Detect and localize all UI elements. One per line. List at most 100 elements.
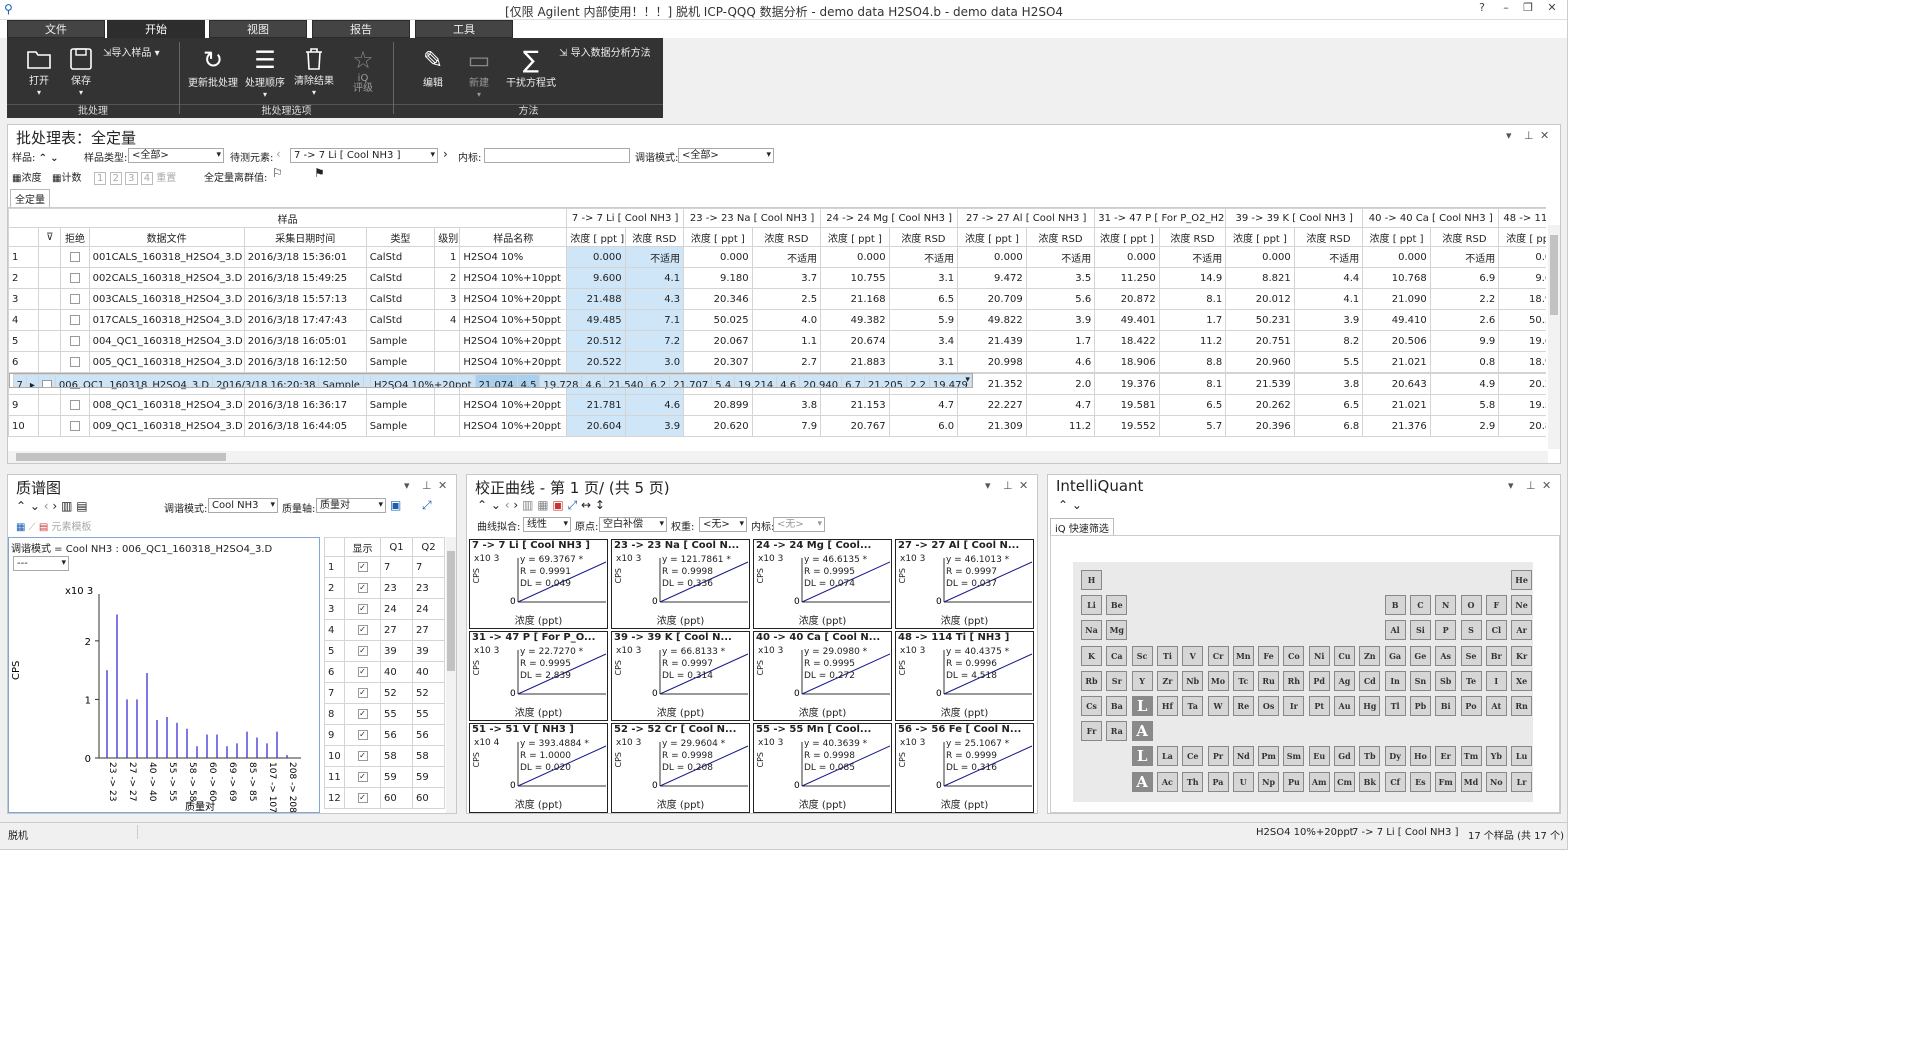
show-checkbox[interactable]: ✓	[357, 729, 368, 740]
element-ti[interactable]: Ti	[1156, 645, 1178, 666]
element-bi[interactable]: Bi	[1435, 696, 1457, 716]
calibration-chart[interactable]: 52 -> 52 Cr [ Cool N... x10 3 CPS 0 y = 29.9…	[611, 723, 750, 813]
tune-mode-select[interactable]: <全部>	[678, 148, 774, 163]
element-pd[interactable]: Pd	[1308, 670, 1330, 691]
element-in[interactable]: In	[1384, 670, 1406, 691]
table-row[interactable]: 3 ✓ 24 24	[324, 598, 445, 620]
element-mn[interactable]: Mn	[1232, 645, 1254, 666]
reject-checkbox[interactable]	[69, 399, 80, 410]
element-np[interactable]: Np	[1258, 771, 1280, 792]
element-fm[interactable]: Fm	[1435, 771, 1457, 792]
view-2-button[interactable]: 2	[109, 172, 122, 185]
element-pb[interactable]: Pb	[1409, 696, 1431, 716]
element-tb[interactable]: Tb	[1359, 746, 1381, 767]
calibration-chart[interactable]: 48 -> 114 Ti [ NH3 ] x10 3 CPS 0 y = 40.4375…	[895, 631, 1034, 721]
down-arrow-icon[interactable]: ⌄	[50, 153, 58, 164]
restore-icon[interactable]: ❐	[1518, 1, 1538, 14]
table-row[interactable]: 3 003CALS_160318_H2SO4_3.D 2016/3/18 15:57…	[8, 288, 1546, 310]
element-ho[interactable]: Ho	[1409, 746, 1431, 767]
table-row[interactable]: 1 001CALS_160318_H2SO4_3.D 2016/3/18 15:36…	[8, 246, 1546, 268]
calibration-chart[interactable]: 40 -> 40 Ca [ Cool N... x10 3 CPS 0 y = 29.0…	[753, 631, 892, 721]
element-ra[interactable]: Ra	[1106, 721, 1128, 742]
element-cr[interactable]: Cr	[1207, 645, 1229, 666]
element-ag[interactable]: Ag	[1334, 670, 1355, 691]
reject-cell[interactable]	[60, 394, 90, 416]
table-row[interactable]: 12 ✓ 60 60	[324, 787, 445, 809]
element-ru[interactable]: Ru	[1258, 670, 1280, 691]
tab-report[interactable]: 报告	[312, 20, 410, 38]
panel-close-icon[interactable]: ✕	[1540, 129, 1549, 142]
element-w[interactable]: W	[1207, 696, 1229, 716]
element-ca[interactable]: Ca	[1106, 645, 1128, 666]
element-sn[interactable]: Sn	[1409, 670, 1431, 691]
mass-axis-select[interactable]: 质量对	[316, 498, 386, 513]
panel-close-icon[interactable]: ✕	[1019, 479, 1028, 492]
element-au[interactable]: Au	[1334, 696, 1355, 716]
element-n[interactable]: N	[1435, 595, 1457, 616]
table-icon[interactable]: ▤	[39, 522, 48, 533]
element-te[interactable]: Te	[1460, 670, 1482, 691]
pin-icon[interactable]: ⊥	[422, 479, 432, 492]
show-checkbox[interactable]: ✓	[357, 624, 368, 635]
element-co[interactable]: Co	[1283, 645, 1305, 666]
element-am[interactable]: Am	[1308, 771, 1330, 792]
element-p[interactable]: P	[1435, 620, 1457, 641]
show-checkbox[interactable]: ✓	[357, 750, 368, 761]
close-icon[interactable]: ✕	[1542, 1, 1562, 14]
table-row[interactable]: 2 ✓ 23 23	[324, 577, 445, 599]
show-checkbox[interactable]: ✓	[357, 771, 368, 782]
view-4-button[interactable]: 4	[140, 172, 154, 185]
element-si[interactable]: Si	[1409, 620, 1431, 641]
reject-cell[interactable]	[60, 246, 90, 268]
element-ne[interactable]: Ne	[1511, 595, 1533, 616]
element-ce[interactable]: Ce	[1182, 746, 1204, 767]
element-ir[interactable]: Ir	[1283, 696, 1305, 716]
show-cell[interactable]: ✓	[344, 661, 381, 683]
prev-analyte-icon[interactable]: ‹	[276, 147, 281, 161]
element-he[interactable]: He	[1511, 570, 1533, 590]
chart-settings-icon[interactable]: ▣	[390, 498, 401, 512]
element-li[interactable]: Li	[1081, 595, 1102, 616]
count-toggle[interactable]: ▦计数	[52, 169, 81, 184]
view-3-button[interactable]: 3	[125, 172, 138, 185]
element-l[interactable]: L	[1131, 746, 1153, 767]
calibration-chart[interactable]: 51 -> 51 V [ NH3 ] x10 4 CPS 0 y = 393.4884 …	[469, 723, 608, 813]
element-ac[interactable]: Ac	[1156, 771, 1178, 792]
element-f[interactable]: F	[1485, 595, 1507, 616]
element-ge[interactable]: Ge	[1409, 645, 1431, 666]
table-row[interactable]: 11 ✓ 59 59	[324, 766, 445, 788]
element-cu[interactable]: Cu	[1334, 645, 1355, 666]
batch-hscrollbar[interactable]	[8, 451, 1548, 463]
pin-icon[interactable]: ⊥	[1526, 479, 1536, 492]
element-sb[interactable]: Sb	[1435, 670, 1457, 691]
table-row[interactable]: 5 ✓ 39 39	[324, 640, 445, 662]
table-row[interactable]: 6 005_QC1_160318_H2SO4_3.D 2016/3/18 16:12…	[8, 351, 1546, 373]
element-se[interactable]: Se	[1460, 645, 1482, 666]
table-row[interactable]: 7 ✓ 52 52	[324, 682, 445, 704]
element-i[interactable]: I	[1485, 670, 1507, 691]
element-cl[interactable]: Cl	[1485, 620, 1507, 641]
panel-menu-icon[interactable]: ▾	[985, 479, 991, 492]
element-fr[interactable]: Fr	[1081, 721, 1102, 742]
element-os[interactable]: Os	[1258, 696, 1280, 716]
spectrum-combo[interactable]: ---	[13, 556, 69, 571]
minimize-icon[interactable]: –	[1496, 1, 1516, 14]
calibration-chart[interactable]: 55 -> 55 Mn [ Cool... x10 3 CPS 0 y = 40.363…	[753, 723, 892, 813]
import-method-button[interactable]: ⇲ 导入数据分析方法	[559, 44, 663, 59]
tab-tools[interactable]: 工具	[415, 20, 513, 38]
element-rh[interactable]: Rh	[1283, 670, 1305, 691]
flag-outline-icon[interactable]: ⚐	[272, 166, 283, 180]
conc-toggle[interactable]: ▦浓度	[12, 169, 41, 184]
down-arrow-icon[interactable]: ⌄	[30, 499, 40, 513]
reject-checkbox[interactable]	[69, 356, 80, 367]
element-po[interactable]: Po	[1460, 696, 1482, 716]
up-arrow-icon[interactable]: ⌃	[16, 499, 26, 513]
bar-chart-icon[interactable]: ▤	[76, 499, 87, 513]
table-row[interactable]: 8 ✓ 55 55	[324, 703, 445, 725]
element-rb[interactable]: Rb	[1081, 670, 1102, 691]
element-hf[interactable]: Hf	[1156, 696, 1178, 716]
reject-cell[interactable]	[37, 374, 56, 387]
element-ba[interactable]: Ba	[1106, 696, 1128, 716]
element-be[interactable]: Be	[1106, 595, 1128, 616]
calibration-chart[interactable]: 7 -> 7 Li [ Cool NH3 ] x10 3 CPS 0 y = 69.37…	[469, 539, 608, 629]
